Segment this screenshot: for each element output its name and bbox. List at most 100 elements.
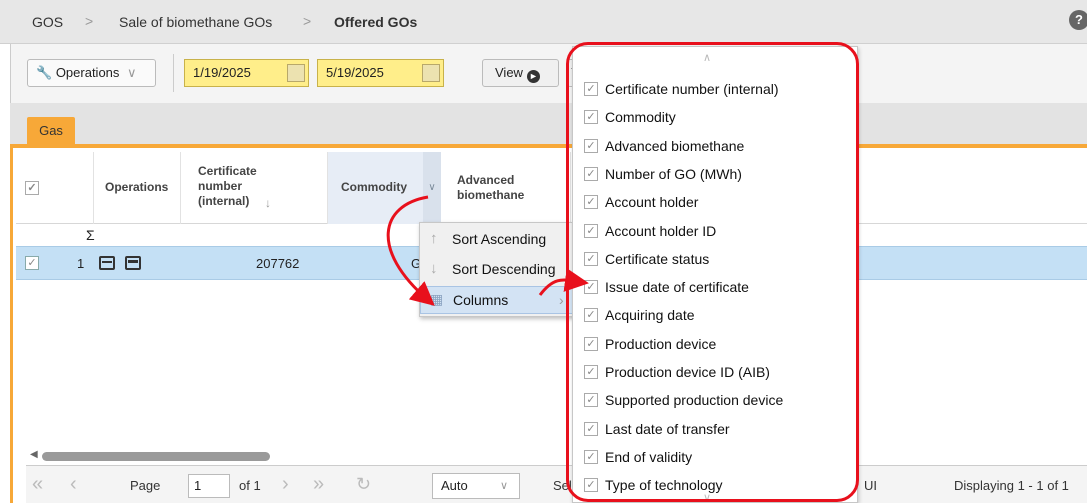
columns-submenu: ∧ ✓ Certificate number (internal) ✓ Commodi… <box>572 46 858 503</box>
column-checkbox[interactable]: ✓ <box>584 421 598 436</box>
menu-item-label: Sort Descending <box>452 261 556 277</box>
column-checkbox[interactable]: ✓ <box>584 449 598 464</box>
column-toggle-item[interactable]: ✓ Certificate number (internal) <box>573 76 857 104</box>
column-toggle-label: Account holder ID <box>605 222 717 239</box>
column-checkbox[interactable]: ✓ <box>584 365 598 379</box>
column-toggle-item[interactable]: ✓ Advanced biomethane <box>573 133 857 161</box>
column-checkbox[interactable]: ✓ <box>584 166 598 181</box>
column-checkbox[interactable]: ✓ <box>584 251 598 266</box>
sort-ascending-icon: ↑ <box>430 230 438 247</box>
breadcrumb-separator: > <box>303 13 312 29</box>
column-checkbox[interactable]: ✓ <box>584 138 598 153</box>
breadcrumb-offered-gos: Offered GOs <box>334 14 418 30</box>
column-toggle-item[interactable]: ✓ Issue date of certificate <box>573 274 857 302</box>
row-index: 1 <box>77 256 85 271</box>
column-checkbox[interactable]: ✓ <box>584 478 598 493</box>
column-toggle-label: End of validity <box>605 448 693 465</box>
page-size-select[interactable]: Auto ∨ <box>432 473 520 499</box>
calendar-icon[interactable] <box>287 64 305 82</box>
detail-list-icon[interactable] <box>99 256 115 270</box>
scroll-down-icon[interactable]: ∨ <box>703 491 711 502</box>
breadcrumb-sale-of-biomethane-gos[interactable]: Sale of biomethane GOs <box>119 14 272 30</box>
column-toggle-item[interactable]: ✓ Type of technology <box>573 472 857 500</box>
column-toggle-label: Acquiring date <box>605 307 695 324</box>
column-header-label: Commodity <box>341 180 407 194</box>
sort-descending-item[interactable]: ↓ Sort Descending <box>420 255 580 283</box>
column-toggle-item[interactable]: ✓ Certificate status <box>573 246 857 274</box>
column-checkbox[interactable]: ✓ <box>584 82 598 96</box>
date-to-field[interactable]: 5/19/2025 <box>317 59 444 87</box>
column-checkbox[interactable]: ✓ <box>584 110 598 125</box>
pagination-bar: « ‹ Page 1 of 1 › » ↻ Auto ∨ Sele UI Dis… <box>26 465 1087 503</box>
last-page-icon[interactable]: » <box>313 473 324 496</box>
column-toggle-label: Number of GO (MWh) <box>605 165 742 182</box>
menu-item-label: Sort Ascending <box>452 231 547 247</box>
certificate-number-column-header[interactable]: Certificate number (internal) ↓ <box>181 152 328 224</box>
row-checkbox[interactable]: ✓ <box>25 256 39 270</box>
horizontal-scrollbar[interactable]: ◀ ▶ <box>26 448 1087 465</box>
sort-down-arrow-icon: ↓ <box>265 196 271 210</box>
view-label: View <box>495 65 523 80</box>
column-checkbox[interactable]: ✓ <box>584 280 598 295</box>
column-toggle-item[interactable]: ✓ Last date of transfer <box>573 416 857 444</box>
data-grid: ✓ Operations Certificate number (interna… <box>10 148 1087 503</box>
page-size-value: Auto <box>441 478 468 493</box>
column-toggle-item[interactable]: ✓ Supported production device <box>573 387 857 415</box>
breadcrumb-gos[interactable]: GOS <box>32 14 63 30</box>
column-toggle-item[interactable]: ✓ Production device <box>573 331 857 359</box>
page-of-label: of 1 <box>239 478 261 493</box>
help-icon[interactable]: ? <box>1069 10 1087 30</box>
previous-page-icon[interactable]: ‹ <box>70 473 77 496</box>
column-toggle-label: Last date of transfer <box>605 420 730 437</box>
arrow-right-circle-icon: ► <box>526 70 540 83</box>
operations-button[interactable]: 🔧 Operations ∨ <box>27 59 156 87</box>
column-toggle-item[interactable]: ✓ Number of GO (MWh) <box>573 161 857 189</box>
column-menu-trigger-icon[interactable]: ∨ <box>423 152 441 224</box>
chevron-down-icon: ∨ <box>500 480 509 492</box>
column-toggle-label: Production device <box>605 335 717 352</box>
sort-ascending-item[interactable]: ↑ Sort Ascending <box>420 225 580 253</box>
refresh-icon[interactable]: ↻ <box>356 474 371 495</box>
view-button[interactable]: View ► <box>482 59 559 87</box>
first-page-icon[interactable]: « <box>32 473 43 496</box>
scroll-up-icon[interactable]: ∧ <box>703 51 711 64</box>
wrench-icon: 🔧 <box>36 65 53 80</box>
select-all-header[interactable]: ✓ <box>16 152 94 224</box>
calendar-icon[interactable] <box>422 64 440 82</box>
scrollbar-thumb[interactable] <box>42 452 270 461</box>
column-toggle-label: Supported production device <box>605 392 784 409</box>
next-page-icon[interactable]: › <box>282 473 289 496</box>
toolbar-divider <box>173 54 174 92</box>
column-checkbox[interactable]: ✓ <box>584 195 598 210</box>
column-checkbox[interactable]: ✓ <box>584 336 598 351</box>
date-from-field[interactable]: 1/19/2025 <box>184 59 309 87</box>
column-checkbox[interactable]: ✓ <box>584 308 598 323</box>
scroll-left-icon[interactable]: ◀ <box>30 449 38 460</box>
column-toggle-item[interactable]: ✓ End of validity <box>573 444 857 472</box>
operations-column-header[interactable]: Operations <box>94 152 181 224</box>
column-toggle-item[interactable]: ✓ Commodity <box>573 104 857 132</box>
breadcrumb-separator: > <box>85 13 94 29</box>
certificate-number-cell: 207762 <box>256 256 300 271</box>
column-toggle-item[interactable]: ✓ Account holder ID <box>573 218 857 246</box>
date-to-value: 5/19/2025 <box>326 65 384 80</box>
column-toggle-label: Certificate status <box>605 250 710 267</box>
column-toggle-item[interactable]: ✓ Account holder <box>573 189 857 217</box>
columns-item[interactable]: ▦ Columns › <box>420 286 580 314</box>
tab-gas[interactable]: Gas <box>27 117 75 144</box>
menu-item-label: Columns <box>453 292 509 308</box>
page-number-input[interactable]: 1 <box>188 474 230 498</box>
column-toggle-item[interactable]: ✓ Production device ID (AIB) <box>573 359 857 387</box>
column-toggle-item[interactable]: ✓ Acquiring date <box>573 302 857 330</box>
column-context-menu: ↑ Sort Ascending ↓ Sort Descending ▦ Col… <box>419 222 581 317</box>
ui-label: UI <box>864 478 877 493</box>
chevron-right-icon: › <box>559 292 564 308</box>
card-icon[interactable] <box>125 256 141 270</box>
column-toggle-label: Account holder <box>605 194 699 211</box>
column-checkbox[interactable]: ✓ <box>584 223 598 238</box>
select-all-checkbox[interactable]: ✓ <box>25 181 39 195</box>
column-header-label: Operations <box>105 180 169 194</box>
advanced-biomethane-column-header[interactable]: Advanced biomethane <box>441 152 571 224</box>
column-checkbox[interactable]: ✓ <box>584 393 598 408</box>
chevron-down-icon: ∨ <box>127 65 137 80</box>
